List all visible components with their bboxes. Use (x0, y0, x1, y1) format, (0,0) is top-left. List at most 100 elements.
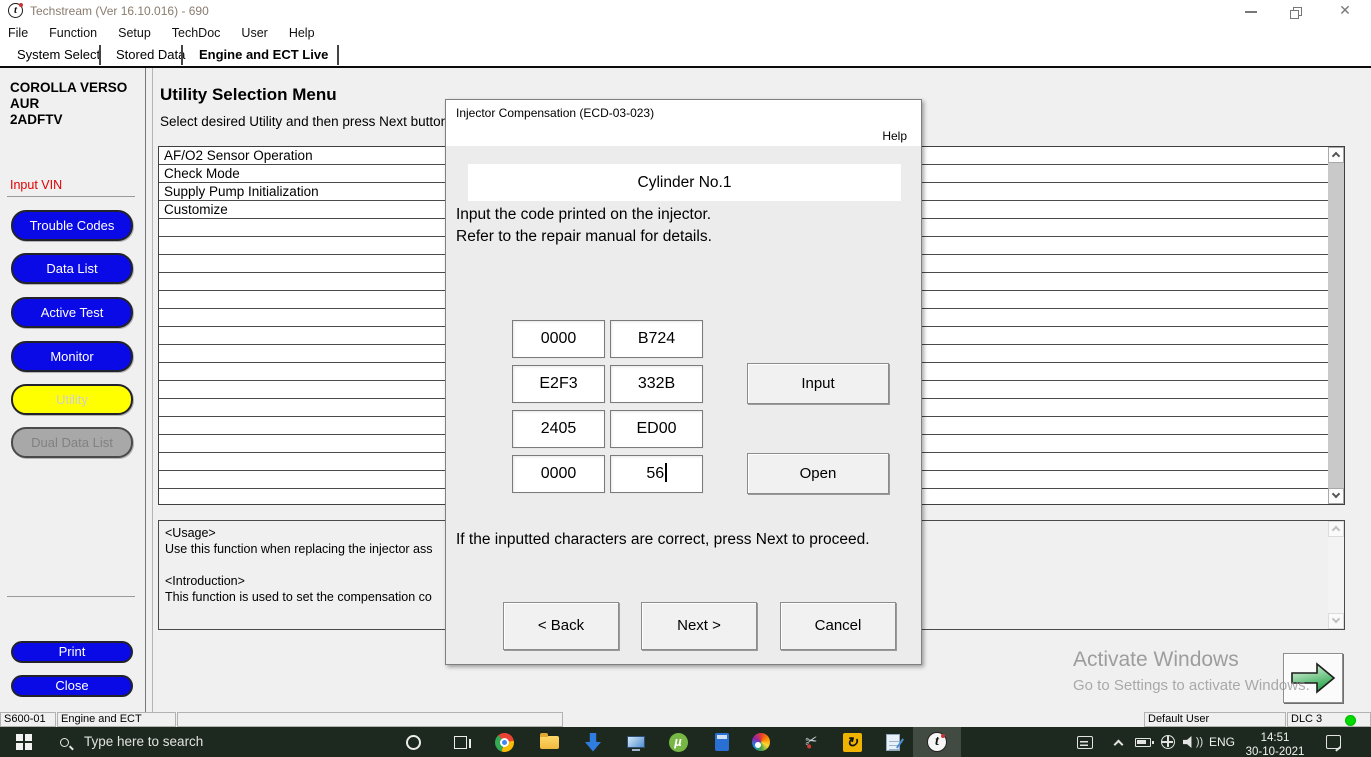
page-title: Utility Selection Menu (160, 85, 337, 105)
code-field-4[interactable]: 332B (610, 365, 703, 403)
scroll-up-icon[interactable] (1328, 147, 1344, 163)
tab-system-select[interactable]: System Select (4, 44, 113, 66)
pc-monitor-icon[interactable] (621, 727, 651, 757)
active-test-button[interactable]: Active Test (11, 297, 133, 328)
status-empty-cell (177, 712, 563, 727)
confirm-text: If the inputted characters are correct, … (456, 529, 898, 551)
back-button[interactable]: < Back (503, 602, 619, 650)
menu-techdoc[interactable]: TechDoc (172, 26, 221, 40)
file-explorer-icon[interactable] (534, 727, 564, 757)
cylinder-header: Cylinder No.1 (468, 164, 901, 201)
techstream-window: t Techstream (Ver 16.10.016) - 690 ✕ Fil… (0, 0, 1371, 757)
activate-windows-watermark: Activate Windows Go to Settings to activ… (1073, 648, 1310, 694)
language-indicator[interactable]: ENG (1207, 727, 1237, 757)
task-view-icon[interactable] (445, 727, 475, 757)
help-link[interactable]: Help (882, 129, 907, 143)
dual-data-list-button: Dual Data List (11, 427, 133, 458)
open-button[interactable]: Open (747, 453, 889, 494)
window-title: Techstream (Ver 16.10.016) - 690 (30, 4, 209, 18)
menu-setup[interactable]: Setup (118, 26, 151, 40)
dialog-title: Injector Compensation (ECD-03-023) (456, 106, 654, 120)
tray-expand-icon[interactable] (1108, 727, 1128, 757)
status-code: S600-01 (0, 712, 56, 727)
restore-button[interactable] (1275, 0, 1321, 22)
close-button[interactable]: Close (11, 675, 133, 697)
download-arrow-icon[interactable] (578, 727, 608, 757)
dialog-title-bar: Injector Compensation (ECD-03-023) Help (446, 100, 921, 146)
status-dlc: DLC 3 (1287, 712, 1371, 727)
minimize-button[interactable] (1228, 0, 1274, 22)
menu-function[interactable]: Function (49, 26, 97, 40)
utorrent-icon[interactable]: µ (663, 727, 693, 757)
clock[interactable]: 14:51 30-10-2021 (1240, 727, 1310, 757)
notepad-icon[interactable] (878, 727, 908, 757)
tab-engine-and-ect-live[interactable]: Engine and ECT Live (186, 44, 341, 66)
page-subtitle: Select desired Utility and then press Ne… (160, 114, 452, 129)
next-button[interactable]: Next > (641, 602, 757, 650)
scroll-down-icon[interactable] (1328, 613, 1344, 629)
status-bar: S600-01 Engine and ECT Default User DLC … (0, 712, 1371, 727)
usage-text: <Usage> Use this function when replacing… (165, 525, 433, 605)
code-field-3[interactable]: E2F3 (512, 365, 605, 403)
volume-icon[interactable]: )) (1180, 727, 1206, 757)
start-button[interactable] (6, 727, 42, 757)
sidebar-divider (7, 596, 135, 597)
vehicle-engine: 2ADFTV (10, 112, 127, 128)
usage-scrollbar[interactable] (1328, 521, 1344, 629)
clock-date: 30-10-2021 (1246, 746, 1305, 757)
tab-bar: System Select Stored Data Engine and ECT… (0, 43, 1371, 68)
code-field-6[interactable]: ED00 (610, 410, 703, 448)
news-widget-icon[interactable] (1070, 727, 1100, 757)
snipping-tool-icon[interactable]: ✂ (795, 727, 825, 757)
network-globe-icon[interactable] (1156, 727, 1180, 757)
menu-user[interactable]: User (241, 26, 267, 40)
title-bar: t Techstream (Ver 16.10.016) - 690 ✕ (0, 0, 1371, 22)
code-field-2[interactable]: B724 (610, 320, 703, 358)
code-field-5[interactable]: 2405 (512, 410, 605, 448)
print-button[interactable]: Print (11, 641, 133, 663)
status-system: Engine and ECT (57, 712, 176, 727)
vehicle-model: COROLLA VERSO (10, 80, 127, 96)
calculator-icon[interactable] (707, 727, 737, 757)
menu-bar: File Function Setup TechDoc User Help (0, 22, 1371, 43)
tab-stored-data[interactable]: Stored Data (103, 44, 198, 66)
vehicle-code: AUR (10, 96, 127, 112)
monitor-button[interactable]: Monitor (11, 341, 133, 372)
data-list-button[interactable]: Data List (11, 253, 133, 284)
scroll-up-icon[interactable] (1328, 521, 1344, 537)
sidebar-divider (7, 196, 135, 197)
utility-button[interactable]: Utility (11, 384, 133, 415)
chrome-icon[interactable] (489, 727, 519, 757)
dlc-connected-icon (1345, 715, 1356, 726)
text-caret (665, 463, 667, 482)
dialog-instructions: Input the code printed on the injector. … (456, 204, 712, 248)
sync-icon[interactable]: ↻ (837, 727, 867, 757)
search-icon (54, 727, 74, 757)
cancel-button[interactable]: Cancel (780, 602, 896, 650)
green-arrow-icon (1290, 660, 1336, 696)
list-scrollbar[interactable] (1328, 147, 1344, 504)
menu-file[interactable]: File (8, 26, 28, 40)
cortana-icon[interactable] (398, 727, 428, 757)
injector-compensation-dialog: Injector Compensation (ECD-03-023) Help … (445, 99, 922, 665)
scroll-down-icon[interactable] (1328, 488, 1344, 504)
close-window-button[interactable]: ✕ (1322, 0, 1368, 22)
taskbar-search-input[interactable]: Type here to search (84, 734, 203, 749)
input-button[interactable]: Input (747, 363, 889, 404)
trouble-codes-button[interactable]: Trouble Codes (11, 210, 133, 241)
clock-time: 14:51 (1261, 732, 1290, 746)
code-field-1[interactable]: 0000 (512, 320, 605, 358)
input-vin-link[interactable]: Input VIN (10, 178, 62, 192)
vehicle-info: COROLLA VERSO AUR 2ADFTV (10, 80, 127, 128)
windows-taskbar: Type here to search µ ✂ ↻ t )) ENG 14:51… (0, 727, 1371, 757)
code-field-7[interactable]: 0000 (512, 455, 605, 493)
menu-help[interactable]: Help (289, 26, 315, 40)
paint-icon[interactable] (746, 727, 776, 757)
techstream-taskbar-icon[interactable]: t (913, 727, 961, 757)
action-center-icon[interactable] (1318, 727, 1348, 757)
code-field-8[interactable]: 56 (610, 455, 703, 493)
next-arrow-button[interactable] (1283, 653, 1343, 703)
status-user: Default User (1144, 712, 1286, 727)
techstream-logo-icon: t (8, 3, 23, 18)
battery-icon[interactable] (1130, 727, 1156, 757)
